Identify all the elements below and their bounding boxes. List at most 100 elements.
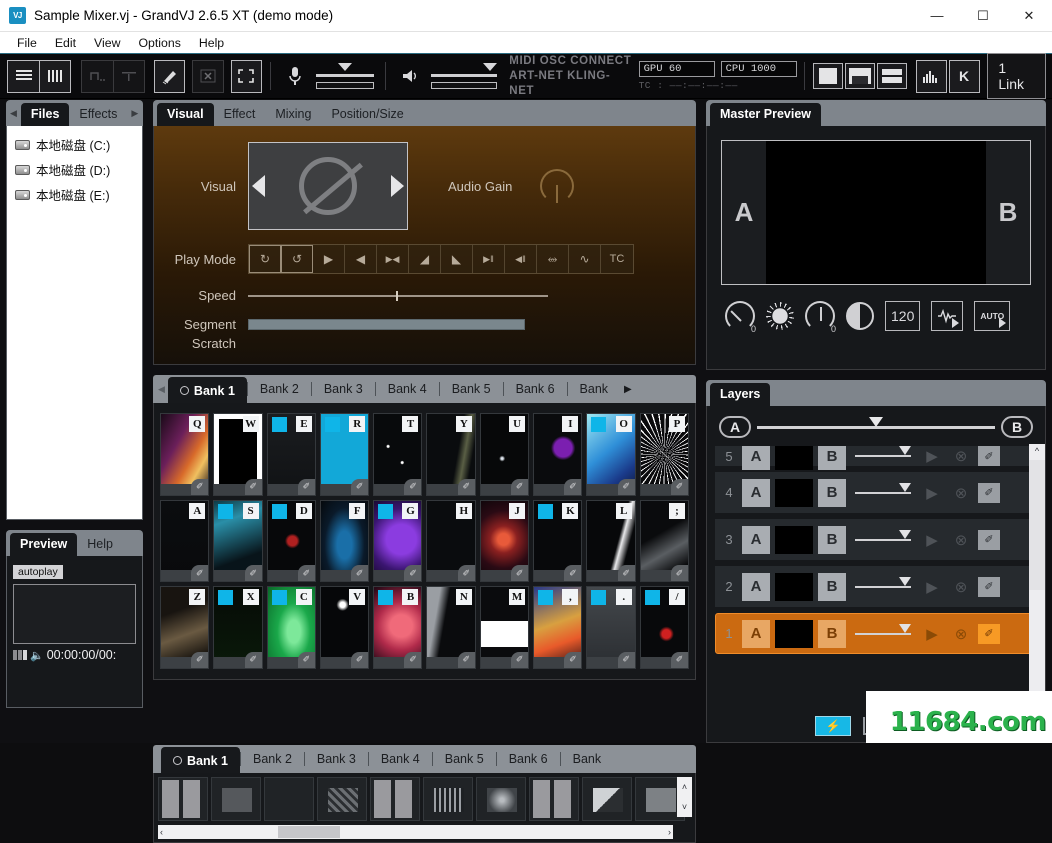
layer-opacity-slider[interactable] [855,482,911,494]
layer-play-icon[interactable]: ▶ [920,481,944,505]
layer-slider-handle[interactable] [899,576,911,586]
loop-backward-icon[interactable]: ↺ [281,245,313,273]
clip-edit-icon[interactable]: ✐ [404,478,422,495]
effect-slider[interactable] [374,780,391,818]
layer-edit-icon[interactable]: ✐ [978,482,1000,503]
layer-b-button[interactable]: B [818,446,846,470]
play-pause-forward-icon[interactable]: ▶‖ [473,245,505,273]
clip-edit-icon[interactable]: ✐ [564,565,582,582]
clip-cell[interactable]: / ✐ [639,586,689,669]
tab-bank-4[interactable]: Bank 4 [376,378,439,400]
clip-cell[interactable]: W ✐ [213,413,263,496]
clip-edit-icon[interactable]: ✐ [191,651,209,668]
clip-edit-icon[interactable]: ✐ [297,651,315,668]
minimize-button[interactable]: — [914,0,960,32]
clip-cell[interactable]: , ✐ [533,586,583,669]
tab-visual[interactable]: Visual [157,103,214,126]
clip-edit-icon[interactable]: ✐ [191,478,209,495]
layer-slider-handle[interactable] [899,446,911,455]
layer-b-button[interactable]: B [818,619,846,648]
shuffle-icon[interactable]: ⥈ [537,245,569,273]
list-item[interactable]: 本地磁盘 (C:) [11,132,138,157]
brush-icon[interactable] [154,59,186,93]
clip-cell[interactable]: T ✐ [373,413,423,496]
clip-cell[interactable]: H ✐ [426,499,476,583]
link-button[interactable]: 1 Link [987,53,1046,99]
menu-options[interactable]: Options [129,34,189,52]
beat-waveform-button[interactable] [931,301,964,331]
clip-edit-icon[interactable]: ✐ [351,478,369,495]
effect-cell[interactable] [423,777,473,821]
effect-slider[interactable] [533,780,550,818]
saturation-knob[interactable]: 0 [805,301,836,334]
layer-thumbnail[interactable] [775,446,813,470]
visual-selector[interactable] [248,142,408,230]
tab-effects-bank-1[interactable]: Bank 1 [161,747,240,773]
effect-cell[interactable] [158,777,208,821]
layer-play-icon[interactable]: ▶ [920,528,944,552]
tab-effect[interactable]: Effect [214,103,266,126]
preview-speaker-icon[interactable]: 🔈 [30,649,44,662]
clip-cell[interactable]: S ✐ [213,499,263,583]
clip-edit-icon[interactable]: ✐ [297,478,315,495]
clip-cell[interactable]: O ✐ [586,413,636,496]
layer-stop-icon[interactable]: ⊗ [949,481,973,505]
waveform-icon[interactable]: ∿ [569,245,601,273]
layer-opacity-slider[interactable] [855,576,911,588]
files-tab-prev-icon[interactable]: ◀ [6,108,21,126]
loop-forward-icon[interactable]: ↻ [249,245,281,273]
autoplay-badge[interactable]: autoplay [13,565,63,579]
layer-slider-handle[interactable] [899,623,911,633]
effect-slider[interactable] [162,780,179,818]
clip-edit-icon[interactable]: ✐ [617,565,635,582]
effect-cell[interactable] [582,777,632,821]
play-forward-icon[interactable]: ▶ [313,245,345,273]
waveform-dropdown-icon[interactable] [952,318,960,328]
play-pause-reverse-icon[interactable]: ◀‖ [505,245,537,273]
contrast-knob[interactable] [846,302,874,330]
list-view-icon[interactable] [7,59,39,93]
menu-edit[interactable]: Edit [46,34,85,52]
layer-play-icon[interactable]: ▶ [920,446,944,468]
tab-effects-bank-4[interactable]: Bank 4 [369,748,432,770]
tab-bank-2[interactable]: Bank 2 [248,378,311,400]
layer-thumbnail[interactable] [775,525,813,554]
layer-slider-handle[interactable] [899,482,911,492]
layer-edit-icon[interactable]: ✐ [978,623,1000,644]
effect-slider[interactable] [183,780,200,818]
clip-cell[interactable]: K ✐ [533,499,583,583]
clip-cell[interactable]: B ✐ [373,586,423,669]
layer-edit-icon[interactable]: ✐ [978,529,1000,550]
tab-files[interactable]: Files [20,103,70,126]
layer-row[interactable]: 4 A B ▶ ⊗ ✐ [715,472,1037,513]
clip-edit-icon[interactable]: ✐ [670,651,688,668]
layer-thumbnail[interactable] [775,619,813,648]
clip-cell[interactable]: C ✐ [266,586,316,669]
tab-bank-6[interactable]: Bank 6 [504,378,567,400]
scroll-up-icon[interactable]: ˄ [682,782,687,792]
effect-cell[interactable] [211,777,261,821]
tab-effects-bank-5[interactable]: Bank 5 [433,748,496,770]
layer-row[interactable]: 1 A B ▶ ⊗ ✐ [715,613,1037,654]
clip-edit-icon[interactable]: ✐ [404,565,422,582]
layer-row[interactable]: 3 A B ▶ ⊗ ✐ [715,519,1037,560]
layer-edit-icon[interactable]: ✐ [978,576,1000,597]
tab-effects-bank-3[interactable]: Bank 3 [305,748,368,770]
tab-position-size[interactable]: Position/Size [321,103,413,126]
mic-gain-slider[interactable] [315,63,375,89]
list-item[interactable]: 本地磁盘 (E:) [11,182,138,207]
clip-cell[interactable]: P ✐ [639,413,689,496]
play-once-forward-icon[interactable]: ◢ [409,245,441,273]
effect-cell[interactable] [476,777,526,821]
layer-a-button[interactable]: A [742,619,770,648]
clip-cell[interactable]: X ✐ [213,586,263,669]
clip-edit-icon[interactable]: ✐ [351,565,369,582]
clip-edit-icon[interactable]: ✐ [670,478,688,495]
clip-edit-icon[interactable]: ✐ [670,565,688,582]
visual-next-icon[interactable] [391,175,404,197]
menu-help[interactable]: Help [190,34,233,52]
clip-cell[interactable]: Y ✐ [426,413,476,496]
kling-k-icon[interactable]: K [948,59,981,93]
clip-cell[interactable]: L ✐ [586,499,636,583]
clip-cell[interactable]: N ✐ [426,586,476,669]
